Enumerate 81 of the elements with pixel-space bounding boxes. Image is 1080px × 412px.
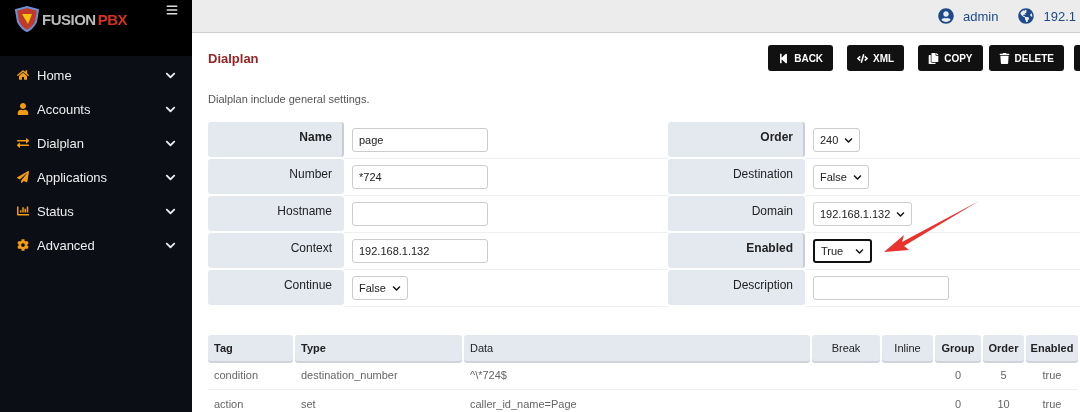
sidebar-item[interactable]: Advanced	[0, 228, 192, 262]
column-header[interactable]: Enabled	[1026, 335, 1078, 361]
chevron-icon	[844, 135, 854, 145]
field-label: Hostname	[208, 196, 344, 231]
field-label: Order	[668, 122, 805, 157]
button-icon	[998, 52, 1010, 64]
column-header[interactable]: Type	[295, 335, 462, 361]
column-header[interactable]: Break	[812, 335, 880, 361]
column-header[interactable]: Data	[464, 335, 810, 361]
select-field[interactable]: True	[813, 239, 873, 263]
input-field[interactable]: *724	[352, 165, 488, 189]
select-field[interactable]: False	[352, 276, 408, 300]
table-cell-text: caller_id_name=Page	[469, 397, 578, 412]
toolbar-button[interactable]: XML	[847, 45, 905, 71]
logo-text: PBX	[97, 10, 127, 28]
sidebar-item[interactable]: Applications	[0, 160, 192, 194]
input-field[interactable]: page	[352, 128, 488, 152]
globe-icon	[1018, 8, 1035, 24]
select-field[interactable]: 240	[813, 128, 861, 152]
chevron-icon	[852, 172, 862, 182]
toolbar-button[interactable]: BACK	[768, 45, 834, 71]
field-label: Number	[208, 159, 344, 194]
chevron-icon	[391, 283, 401, 293]
user-icon	[938, 8, 955, 24]
sidebar-icon	[17, 171, 29, 183]
domain-link[interactable]: 192.1	[1018, 8, 1076, 24]
sidebar-label: Dialplan	[37, 135, 85, 151]
sidebar-icon	[17, 103, 29, 115]
toolbar-button[interactable]: COPY	[918, 45, 983, 71]
user-link[interactable]: admin	[938, 8, 999, 24]
field-label: Domain	[668, 196, 805, 231]
page-description: Dialplan include general settings.	[208, 93, 371, 105]
table-cell-text: true	[1041, 397, 1063, 412]
button-icon	[857, 52, 869, 64]
field-label: Enabled	[668, 233, 805, 268]
sidebar-icon	[17, 137, 29, 149]
table-cell-text: set	[300, 397, 317, 412]
input-field[interactable]	[352, 202, 488, 226]
field-label: Description	[668, 270, 805, 305]
sidebar-label: Applications	[37, 169, 109, 185]
sidebar-icon	[17, 69, 29, 81]
sidebar-icon	[17, 239, 29, 251]
sidebar-icon	[17, 205, 29, 217]
sidebar-label: Accounts	[37, 101, 92, 117]
shield-logo-icon	[14, 6, 40, 32]
table-cell-text: action	[213, 397, 245, 412]
button-icon	[928, 52, 940, 64]
input-field[interactable]: 192.168.1.132	[352, 239, 488, 263]
table-cell-text: condition	[213, 368, 260, 383]
column-header[interactable]: Inline	[882, 335, 933, 361]
select-field[interactable]: 192.168.1.132	[813, 202, 913, 226]
logo-text: FUSION	[42, 10, 96, 28]
table-cell-text: ^\*724$	[469, 368, 508, 383]
sidebar-item[interactable]: Accounts	[0, 92, 192, 126]
table-cell-text: 10	[996, 397, 1011, 412]
sidebar-label: Advanced	[37, 237, 96, 253]
table-cell-text: destination_number	[300, 368, 399, 383]
sidebar-item[interactable]: Dialplan	[0, 126, 192, 160]
column-header[interactable]: Order	[983, 335, 1024, 361]
input-field[interactable]	[813, 276, 949, 300]
select-field[interactable]: False	[813, 165, 869, 189]
chevron-icon	[855, 246, 865, 256]
field-label: Continue	[208, 270, 344, 305]
field-label: Context	[208, 233, 344, 268]
menu-icon[interactable]	[166, 4, 178, 16]
sidebar-item[interactable]: Home	[0, 58, 192, 92]
table-cell-text: 5	[999, 368, 1008, 383]
sidebar-item[interactable]: Status	[0, 194, 192, 228]
field-label: Destination	[668, 159, 805, 194]
page-title: Dialplan	[208, 50, 260, 66]
sidebar-label: Home	[37, 67, 73, 83]
column-header[interactable]: Group	[935, 335, 981, 361]
table-cell-text: true	[1041, 368, 1063, 383]
sidebar-label: Status	[37, 203, 75, 219]
toolbar-button[interactable]: DELETE	[988, 45, 1064, 71]
field-label: Name	[208, 122, 344, 157]
column-header[interactable]: Tag	[208, 335, 293, 361]
button-icon	[778, 52, 790, 64]
table-cell-text: 0	[953, 397, 963, 412]
table-cell-text: 0	[953, 368, 963, 383]
chevron-icon	[896, 209, 906, 219]
